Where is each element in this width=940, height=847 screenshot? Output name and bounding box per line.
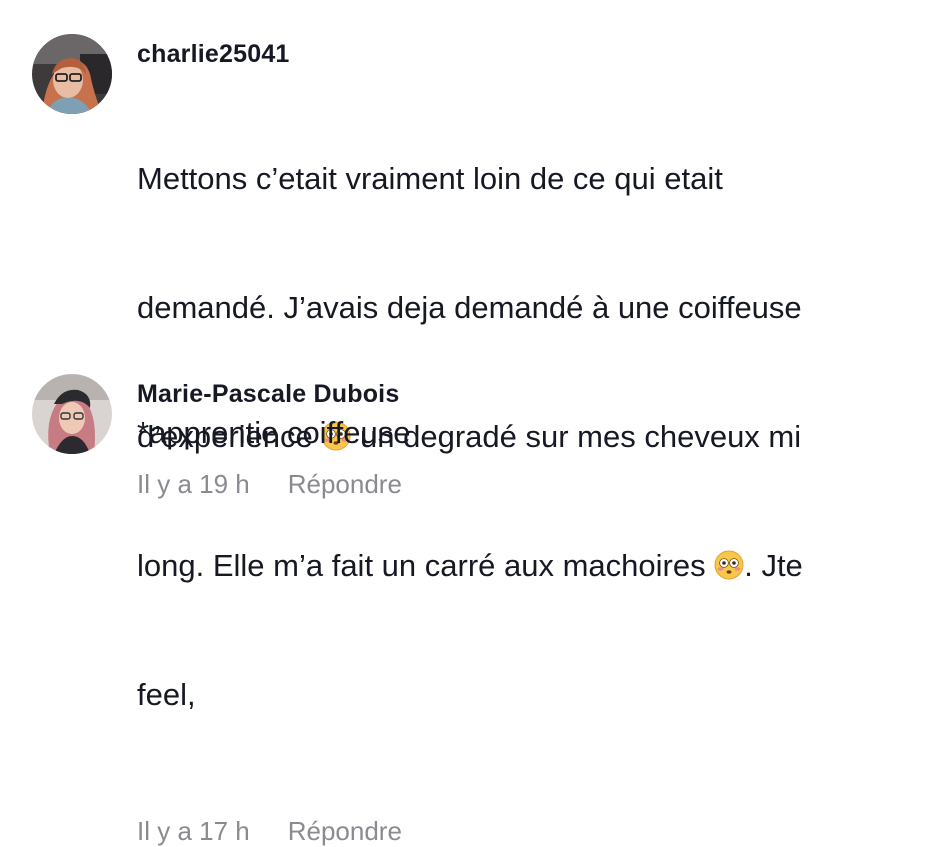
comment-timestamp: Il y a 19 h xyxy=(137,469,250,499)
comment-meta: Il y a 19 h Répondre xyxy=(137,468,897,500)
avatar[interactable] xyxy=(32,374,112,454)
avatar[interactable] xyxy=(32,34,112,114)
comment-text-line: feel, xyxy=(137,677,196,712)
comment-text-line: demandé. J’avais deja demandé à une coif… xyxy=(137,290,802,325)
comment-username[interactable]: Marie-Pascale Dubois xyxy=(137,378,897,410)
comment-text-segment: . Jte xyxy=(744,548,803,583)
comment-username[interactable]: charlie25041 xyxy=(137,38,897,70)
reply-button[interactable]: Répondre xyxy=(288,815,402,847)
flushed-face-icon xyxy=(714,550,744,580)
comment-text-segment: long. Elle m’a fait un carré aux machoir… xyxy=(137,548,715,583)
comment-text: *apprentie coiffeuse xyxy=(137,415,411,450)
comment-timestamp: Il y a 17 h xyxy=(137,816,250,846)
comment-text-line: Mettons c’etait vraiment loin de ce qui … xyxy=(137,161,723,196)
comment-meta: Il y a 17 h Répondre xyxy=(137,815,897,847)
reply-button[interactable]: Répondre xyxy=(288,468,402,500)
avatar-image xyxy=(32,374,112,454)
avatar-image xyxy=(32,34,112,114)
comment-text-line: long. Elle m’a fait un carré aux machoir… xyxy=(137,544,897,587)
